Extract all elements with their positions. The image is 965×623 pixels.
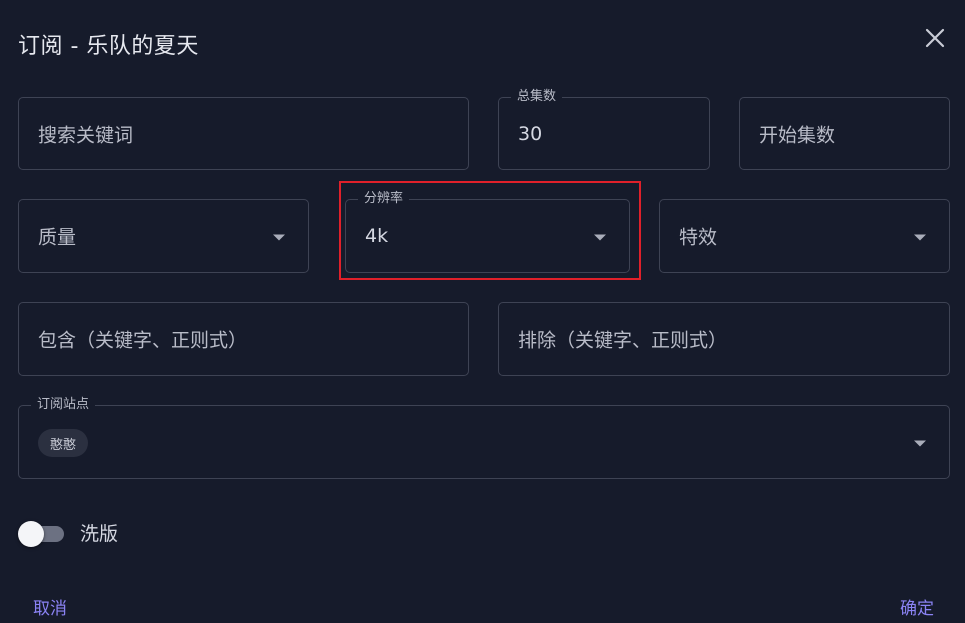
keyword-input[interactable]: 搜索关键词 <box>18 97 469 170</box>
confirm-button[interactable]: 确定 <box>900 594 934 619</box>
keyword-placeholder: 搜索关键词 <box>38 124 134 146</box>
resolution-value: 4k <box>365 225 389 247</box>
exclude-input[interactable]: 排除（关键字、正则式） <box>498 302 950 376</box>
sites-label: 订阅站点 <box>31 397 96 413</box>
total-episodes-input[interactable]: 总集数 30 <box>498 89 710 170</box>
include-input[interactable]: 包含（关键字、正则式） <box>18 302 469 376</box>
resolution-label: 分辨率 <box>358 191 410 207</box>
site-chip[interactable]: 憨憨 <box>38 429 89 457</box>
toggle-thumb <box>18 521 44 547</box>
cancel-button[interactable]: 取消 <box>33 594 67 619</box>
include-placeholder: 包含（关键字、正则式） <box>38 329 248 352</box>
chevron-down-icon <box>914 234 926 241</box>
total-episodes-label: 总集数 <box>511 89 563 105</box>
effect-placeholder: 特效 <box>679 226 718 249</box>
effect-select[interactable]: 特效 <box>659 199 950 273</box>
subscribe-dialog: 订阅 - 乐队的夏天 搜索关键词 总集数 30 开始集数 质量 分辨率 4k 特… <box>0 0 965 623</box>
exclude-placeholder: 排除（关键字、正则式） <box>518 329 728 352</box>
chevron-down-icon <box>273 234 285 241</box>
wash-toggle[interactable] <box>18 521 68 547</box>
sites-select[interactable]: 订阅站点 憨憨 <box>18 397 950 479</box>
start-episode-input[interactable]: 开始集数 <box>739 97 950 170</box>
resolution-select[interactable]: 分辨率 4k <box>345 191 630 273</box>
wash-toggle-label: 洗版 <box>80 523 119 545</box>
chevron-down-icon <box>594 234 606 241</box>
chevron-down-icon <box>914 440 926 447</box>
quality-placeholder: 质量 <box>38 226 77 249</box>
quality-select[interactable]: 质量 <box>18 199 309 273</box>
dialog-title: 订阅 - 乐队的夏天 <box>18 34 199 59</box>
total-episodes-value: 30 <box>518 122 543 145</box>
start-episode-placeholder: 开始集数 <box>759 124 836 146</box>
close-icon[interactable] <box>921 24 949 52</box>
